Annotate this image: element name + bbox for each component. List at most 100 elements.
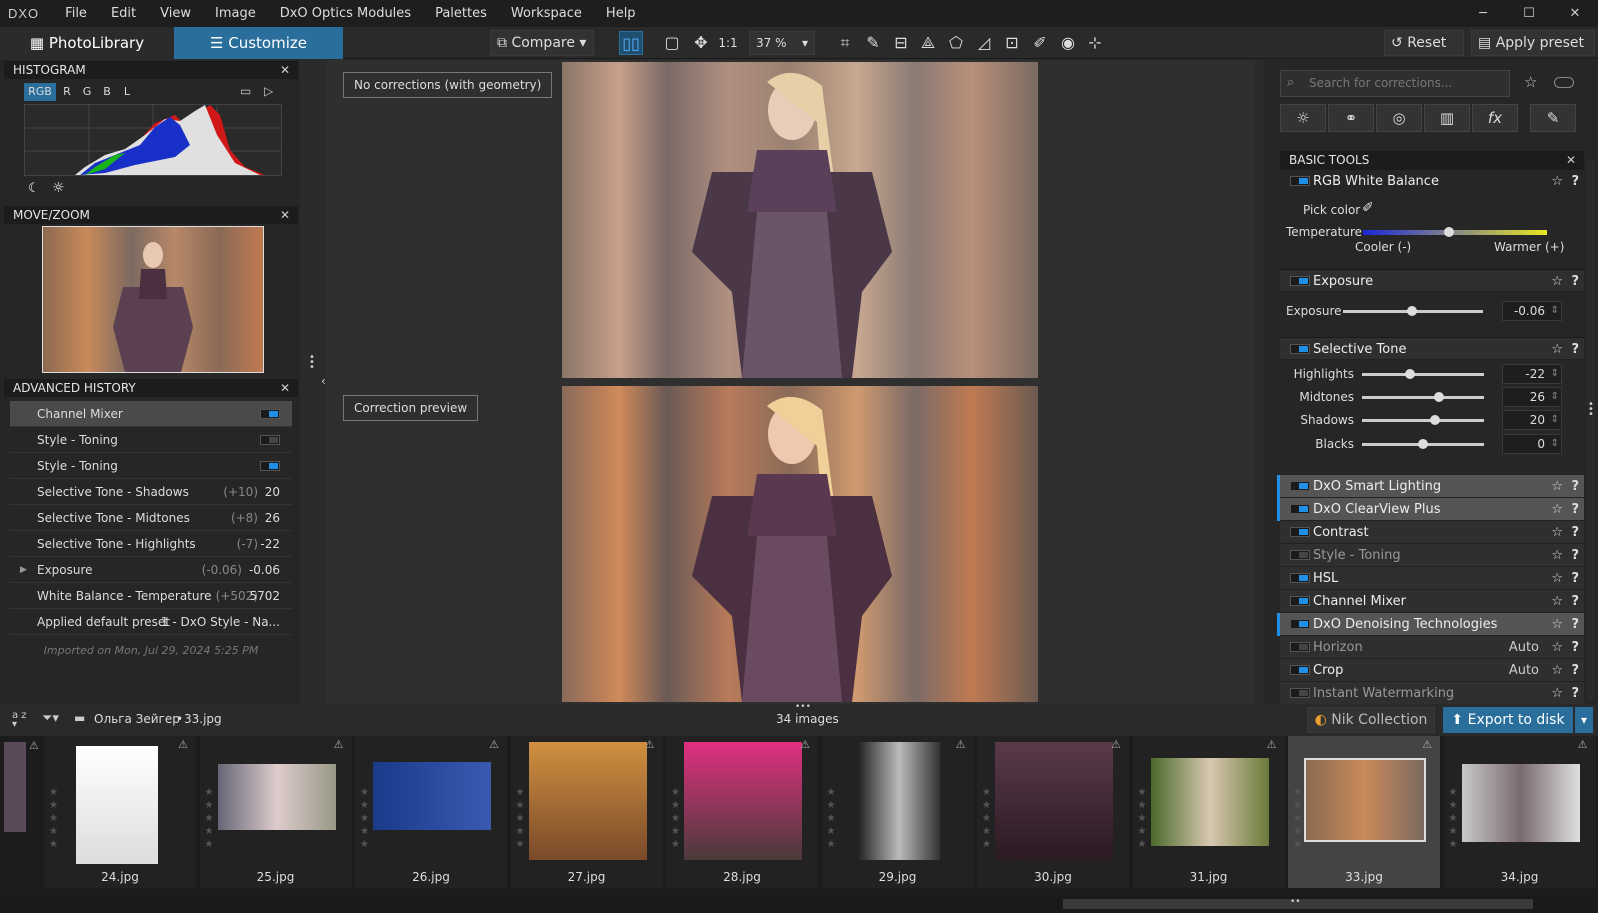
tool-hsl[interactable]: HSL ☆? [1280,567,1584,590]
tool-horizon[interactable]: Horizon Auto ☆? [1280,636,1584,659]
rating-stars[interactable]: ★ ★ ★ ★ ★ [360,786,369,851]
favorites-star-icon[interactable]: ☆ [1524,73,1537,91]
thumbnail[interactable]: ★ ★ ★ ★ ★ ⚠ 26.jpg [355,736,507,888]
help-icon[interactable]: ? [1571,636,1579,659]
tool-toggle[interactable] [1290,276,1310,286]
help-icon[interactable]: ? [1571,544,1579,567]
menu-image[interactable]: Image [203,0,268,27]
tool-toggle[interactable] [1290,527,1310,537]
tool-toggle[interactable] [1290,619,1310,629]
rating-stars[interactable]: ★ ★ ★ ★ ★ [205,786,214,851]
fit-screen-icon[interactable]: ▢ [660,31,684,55]
help-icon[interactable]: ? [1571,498,1579,521]
star-icon[interactable]: ☆ [1551,544,1563,567]
tool-dxo-clearview-plus[interactable]: DxO ClearView Plus ☆? [1277,498,1584,521]
rating-stars[interactable]: ★ ★ ★ ★ ★ [1449,786,1458,851]
tool-dxo-denoising-technologies[interactable]: DxO Denoising Technologies ☆? [1277,613,1584,636]
tab-geometry-icon[interactable]: ▥ [1424,104,1470,132]
tool-toggle[interactable] [1290,688,1310,698]
tab-color-icon[interactable]: ⚭ [1328,104,1374,132]
midtones-knob[interactable] [1433,392,1444,402]
star-icon[interactable]: ☆ [1551,659,1563,682]
help-icon[interactable]: ? [1571,170,1579,193]
filmstrip-scrollbar[interactable]: •• [0,896,1598,913]
highlights-value[interactable]: -22 [1502,364,1562,384]
split-view-icon[interactable]: ▯▯ [619,31,643,55]
hist-tab-g[interactable]: G [78,83,96,101]
history-item[interactable]: Style - Toning [10,453,292,479]
clipping-icon[interactable]: ▷ [264,84,273,98]
tool-toggle[interactable] [1290,642,1310,652]
crop-icon[interactable]: ⌗ [833,31,857,55]
thumbnail[interactable]: ★ ★ ★ ★ ★ ⚠ 28.jpg [666,736,818,888]
help-icon[interactable]: ? [1571,590,1579,613]
star-icon[interactable]: ☆ [1551,498,1563,521]
hist-tab-l[interactable]: L [118,83,136,101]
tab-local-icon[interactable]: ✎ [1530,104,1576,132]
history-item[interactable]: Channel Mixer [10,401,292,427]
move-icon[interactable]: ✥ [689,31,713,55]
perspective-icon[interactable]: ⟁ [916,31,940,55]
tool-toggle[interactable] [1290,344,1310,354]
help-icon[interactable]: ? [1571,475,1579,498]
shadows-knob[interactable] [1430,415,1441,425]
loupe-icon[interactable]: ⊹ [1083,31,1107,55]
right-scrollbar[interactable] [1587,160,1595,700]
blacks-value[interactable]: 0 [1502,434,1562,454]
history-item[interactable]: Selective Tone - Midtones (+8) 26 [10,505,292,531]
history-item[interactable]: Style - Toning [10,427,292,453]
before-image[interactable] [562,62,1038,378]
menu-file[interactable]: File [53,0,99,27]
star-icon[interactable]: ☆ [1551,170,1563,193]
tool-contrast[interactable]: Contrast ☆? [1280,521,1584,544]
help-icon[interactable]: ? [1571,659,1579,682]
highlights-knob[interactable] [1404,369,1415,379]
maximize-button[interactable]: ☐ [1506,0,1552,27]
nik-collection-button[interactable]: ◐ Nik Collection [1307,707,1435,733]
star-icon[interactable]: ☆ [1551,338,1563,361]
sort-button[interactable]: a z ▾ [12,711,34,730]
tool-toggle[interactable] [1290,573,1310,583]
history-item[interactable]: Selective Tone - Shadows (+10) 20 [10,479,292,505]
tool-toggle[interactable] [1290,550,1310,560]
thumbnail[interactable]: ★ ★ ★ ★ ★ ⚠ 25.jpg [199,736,352,888]
repair-icon[interactable]: ✐ [1028,31,1052,55]
navigator-thumbnail[interactable] [42,226,264,373]
help-icon[interactable]: ? [1571,270,1579,293]
help-icon[interactable]: ? [1571,521,1579,544]
left-scrollbar[interactable] [306,60,316,704]
perspective-8pt-icon[interactable]: ⬠ [944,31,968,55]
drag-handle-icon[interactable]: ••• [1588,400,1594,420]
rating-stars[interactable]: ★ ★ ★ ★ ★ [49,786,58,851]
help-icon[interactable]: ? [1571,338,1579,361]
tool-instant-watermarking[interactable]: Instant Watermarking ☆? [1280,682,1584,705]
star-icon[interactable]: ☆ [1551,567,1563,590]
hist-tab-b[interactable]: B [98,83,116,101]
blacks-knob[interactable] [1418,439,1428,449]
hist-tab-rgb[interactable]: RGB [24,83,56,101]
history-toggle[interactable] [260,435,280,445]
expand-icon[interactable]: ▶ [20,557,27,583]
filter-icon[interactable]: ⏷▾ [42,711,59,726]
history-item[interactable]: White Balance - Temperature (+502) 5702 [10,583,292,609]
tab-effects-icon[interactable]: fx [1472,104,1518,132]
minimize-button[interactable]: ─ [1460,0,1506,27]
tool-crop[interactable]: Crop Auto ☆? [1280,659,1584,682]
tool-toggle[interactable] [1290,504,1310,514]
midtones-value[interactable]: 26 [1502,387,1562,407]
horizon-icon[interactable]: ⊟ [889,31,913,55]
temperature-slider[interactable] [1363,230,1547,235]
tool-white-balance[interactable]: RGB White Balance ☆? [1280,170,1584,193]
apply-preset-button[interactable]: ▤ Apply preset [1471,30,1595,56]
favorites-toggle[interactable] [1554,77,1574,88]
close-button[interactable]: ✕ [1552,0,1598,27]
local-adjust-icon[interactable]: ⊡ [1000,31,1024,55]
star-icon[interactable]: ☆ [1551,270,1563,293]
thumbnail[interactable]: ★ ★ ★ ★ ★ ⚠ 29.jpg [821,736,974,888]
tool-toggle[interactable] [1290,665,1310,675]
menu-edit[interactable]: Edit [99,0,148,27]
menu-view[interactable]: View [148,0,203,27]
zoom-1-1-button[interactable]: 1:1 [716,31,740,55]
menu-workspace[interactable]: Workspace [499,0,594,27]
tool-style-toning[interactable]: Style - Toning ☆? [1280,544,1584,567]
